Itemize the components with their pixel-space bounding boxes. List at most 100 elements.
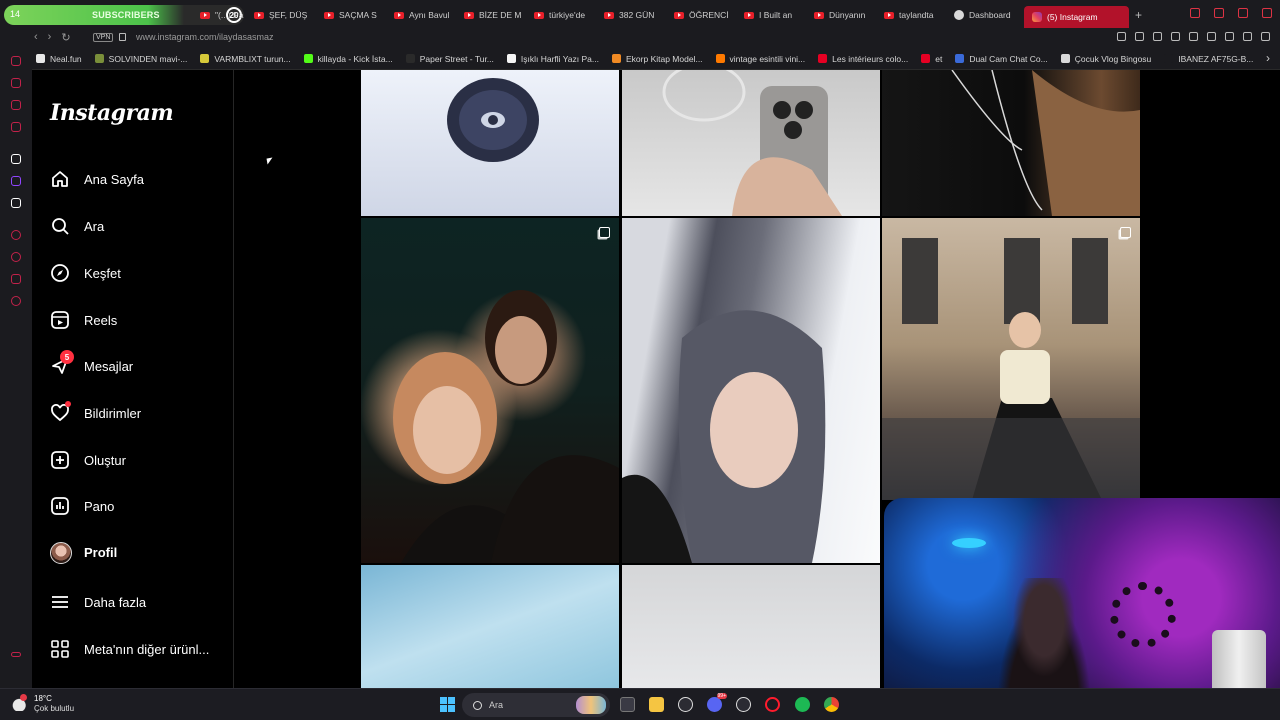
- heart-icon[interactable]: [1207, 32, 1216, 41]
- wallet-icon[interactable]: [1171, 32, 1180, 41]
- lamp-shape: [952, 538, 986, 548]
- nav-item-search[interactable]: Ara: [50, 211, 104, 241]
- reload-icon[interactable]: ↻: [61, 31, 70, 44]
- close-icon[interactable]: [1262, 8, 1272, 18]
- sidebar-player-icon[interactable]: [11, 230, 21, 240]
- post-tile[interactable]: [622, 565, 880, 688]
- minimize-icon[interactable]: [1214, 8, 1224, 18]
- weather-widget[interactable]: 18°C Çok bulutlu: [12, 694, 74, 714]
- sidebar-clock-icon[interactable]: [11, 252, 21, 262]
- bookmark-favicon-icon: [955, 54, 965, 63]
- forward-icon[interactable]: ›: [48, 31, 52, 44]
- tab-youtube[interactable]: I Built an: [744, 6, 814, 24]
- snapshot-icon[interactable]: [1153, 32, 1162, 41]
- tab-youtube[interactable]: ÖĞRENCİ: [674, 6, 744, 24]
- bookmark-item[interactable]: Işıklı Harfli Yazı Pa...: [506, 54, 599, 64]
- tab-youtube[interactable]: ŞEF, DÜŞ: [254, 6, 324, 24]
- bookmark-item[interactable]: IBANEZ AF75G-B...: [1164, 54, 1253, 64]
- nav-item-dashboard[interactable]: Pano: [50, 491, 114, 521]
- nav-item-create[interactable]: Oluştur: [50, 445, 126, 475]
- bookmark-item[interactable]: VARMBLIXT turun...: [200, 53, 291, 64]
- sidebar-settings-icon[interactable]: [11, 296, 21, 306]
- bookmark-item[interactable]: Ekorp Kitap Model...: [612, 54, 703, 64]
- nav-item-notifications[interactable]: Bildirimler: [50, 398, 141, 428]
- bookmark-item[interactable]: vintage esintili vini...: [715, 54, 805, 64]
- nav-item-more[interactable]: Daha fazla: [50, 587, 146, 617]
- start-icon[interactable]: [440, 697, 455, 712]
- obs-icon[interactable]: [678, 697, 693, 712]
- bookmark-item[interactable]: Les intérieurs colo...: [818, 54, 908, 64]
- sidebar-ai-icon[interactable]: [11, 78, 21, 88]
- tab-youtube[interactable]: Aynı Bavul: [394, 6, 464, 24]
- tab-youtube[interactable]: "(...) Pa: [200, 6, 254, 24]
- nav-item-home[interactable]: Ana Sayfa: [50, 164, 144, 194]
- youtube-icon: [674, 11, 684, 19]
- new-tab-button[interactable]: +: [1135, 6, 1142, 24]
- tab-youtube[interactable]: BİZE DE M: [464, 6, 534, 24]
- menu-icon[interactable]: [1261, 32, 1270, 41]
- bookmark-item[interactable]: Dual Cam Chat Co...: [955, 54, 1048, 64]
- tab-dashboard[interactable]: Dashboard: [954, 6, 1024, 24]
- bookmark-item[interactable]: SOLVINDEN mavi-...: [94, 54, 187, 64]
- discord-icon[interactable]: 99+: [707, 693, 727, 712]
- sidebar-history-icon[interactable]: [11, 56, 21, 66]
- lock-icon[interactable]: [119, 33, 126, 41]
- sidebar-media-icon[interactable]: [11, 122, 21, 132]
- tab-youtube[interactable]: taylandta: [884, 6, 954, 24]
- post-tile[interactable]: [882, 70, 1140, 216]
- taskbar-search[interactable]: Ara: [462, 693, 610, 717]
- tab-youtube[interactable]: 382 GÜN: [604, 6, 674, 24]
- nav-label: Ana Sayfa: [84, 171, 144, 187]
- bookmark-label: VARMBLIXT turun...: [214, 53, 291, 64]
- bookmark-item[interactable]: et: [921, 54, 942, 64]
- maximize-icon[interactable]: [1238, 8, 1248, 18]
- tab-youtube[interactable]: türkiye'de: [534, 6, 604, 24]
- bookmark-item[interactable]: Neal.fun: [36, 54, 82, 64]
- extensions-icon[interactable]: [1225, 32, 1234, 41]
- tab-youtube[interactable]: SAÇMA S: [324, 6, 394, 24]
- sidebar-chat-icon[interactable]: [11, 100, 21, 110]
- nav-item-reels[interactable]: Reels: [50, 305, 117, 335]
- sidebar-arc-icon[interactable]: [11, 154, 21, 164]
- post-tile[interactable]: [361, 218, 619, 563]
- task-view-icon[interactable]: [620, 697, 635, 712]
- sidebar-twitch-icon[interactable]: [11, 176, 21, 186]
- bookmark-item[interactable]: Paper Street - Tur...: [405, 54, 494, 64]
- post-tile[interactable]: [622, 218, 880, 563]
- file-explorer-icon[interactable]: [649, 697, 664, 712]
- tab-label: türkiye'de: [549, 10, 586, 20]
- post-tile[interactable]: [622, 70, 880, 216]
- tab-label: Aynı Bavul: [409, 10, 450, 20]
- post-tile[interactable]: [882, 218, 1140, 500]
- youtube-icon: [464, 11, 474, 19]
- chrome-icon[interactable]: [824, 697, 839, 712]
- play-icon[interactable]: [1189, 32, 1198, 41]
- opera-icon[interactable]: [765, 697, 780, 712]
- bookmarks-overflow-icon[interactable]: ›: [1266, 51, 1270, 65]
- sidebar-pinboard-icon[interactable]: [11, 274, 21, 284]
- back-icon[interactable]: ‹: [34, 31, 38, 44]
- tab-instagram[interactable]: (5) Instagram: [1024, 6, 1129, 28]
- sidebar-x-icon[interactable]: [11, 198, 21, 208]
- download-icon[interactable]: [1243, 32, 1252, 41]
- mouse-cursor: [266, 157, 274, 165]
- youtube-icon: [254, 11, 264, 19]
- search-tabs-icon[interactable]: [1190, 8, 1200, 18]
- instagram-logo[interactable]: Instagram: [50, 100, 174, 126]
- nav-item-meta[interactable]: Meta'nın diğer ürünl...: [50, 634, 209, 664]
- steam-icon[interactable]: [736, 697, 751, 712]
- post-tile[interactable]: [361, 70, 619, 216]
- zoom-icon[interactable]: [1117, 32, 1126, 41]
- bookmark-item[interactable]: killayda - Kick İsta...: [303, 54, 393, 64]
- nav-item-messages[interactable]: 5 Mesajlar: [50, 350, 133, 381]
- nav-item-explore[interactable]: Keşfet: [50, 258, 121, 288]
- sidebar-battery-icon[interactable]: [11, 652, 21, 657]
- nav-item-profile[interactable]: Profil: [50, 537, 117, 567]
- url-field[interactable]: www.instagram.com/ilaydasasmaz: [136, 32, 274, 42]
- bookmark-icon[interactable]: [1135, 32, 1144, 41]
- vpn-badge[interactable]: VPN: [93, 33, 114, 42]
- bookmark-item[interactable]: Çocuk Vlog Bingosu: [1060, 54, 1151, 64]
- spotify-icon[interactable]: [795, 697, 810, 712]
- post-tile[interactable]: [361, 565, 619, 688]
- tab-youtube[interactable]: Dünyanın: [814, 6, 884, 24]
